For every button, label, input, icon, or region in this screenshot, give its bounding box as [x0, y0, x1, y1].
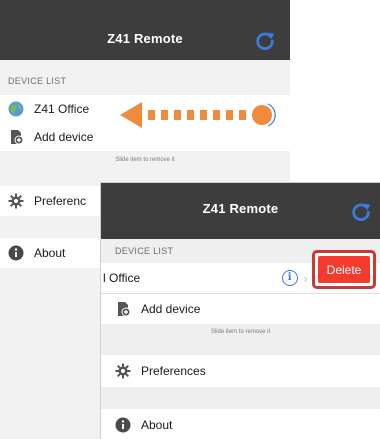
add-device-icon: [118, 302, 131, 317]
preferences-row[interactable]: Preferences: [101, 355, 380, 387]
add-device-icon: [11, 130, 24, 145]
navbar: Z41 Remote: [0, 0, 290, 60]
hint-text: Slide item to remove it: [115, 157, 175, 163]
globe-icon: [8, 101, 24, 117]
front-screen: Z41 Remote DEVICE LIST l Office i › Add …: [100, 182, 380, 439]
swipe-left-arrow-icon: [120, 102, 276, 128]
about-row[interactable]: About: [101, 409, 380, 439]
delete-button[interactable]: Delete: [318, 256, 370, 283]
hint-text: Slide item to remove it: [210, 329, 271, 335]
section-header: DEVICE LIST: [115, 246, 174, 256]
device-name: Z41 Office: [34, 102, 90, 116]
navbar: Z41 Remote: [101, 183, 380, 239]
chevron-right-icon: ›: [303, 270, 308, 286]
info-button[interactable]: i: [281, 270, 298, 286]
gear-icon: [115, 363, 131, 379]
gear-icon: [8, 193, 24, 209]
delete-highlight: Delete: [312, 250, 376, 289]
add-device-row[interactable]: Add device: [101, 294, 380, 324]
app-title: Z41 Remote: [202, 201, 279, 216]
add-device-label: Add device: [34, 130, 94, 144]
preferences-label: Preferenc: [34, 194, 87, 208]
refresh-icon[interactable]: [350, 201, 372, 223]
info-icon: [115, 417, 131, 433]
refresh-icon[interactable]: [254, 30, 276, 52]
device-name: l Office: [103, 271, 141, 285]
about-label: About: [34, 246, 66, 260]
info-icon: [8, 245, 24, 261]
add-device-label: Add device: [141, 302, 201, 316]
app-title: Z41 Remote: [107, 31, 183, 46]
preferences-label: Preferences: [141, 364, 206, 378]
about-label: About: [141, 418, 173, 432]
section-header: DEVICE LIST: [8, 76, 67, 86]
